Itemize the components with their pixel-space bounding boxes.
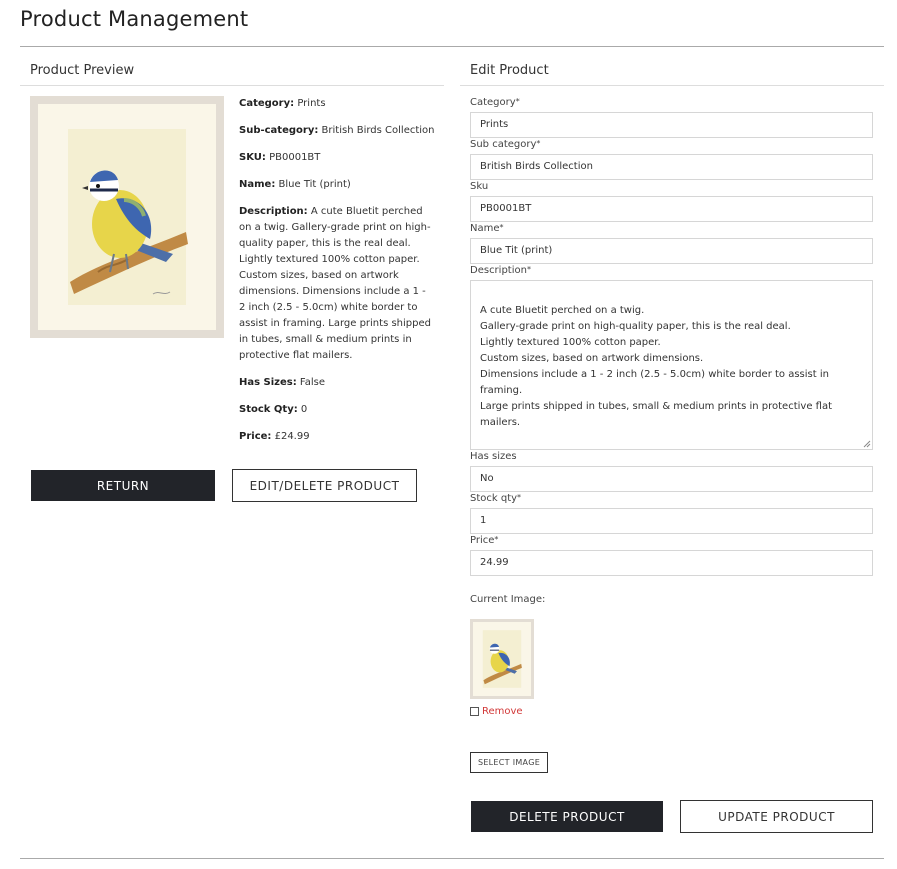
category-label: Category*: [470, 97, 520, 108]
page-title: Product Management: [20, 7, 249, 31]
current-image-label: Current Image:: [470, 594, 546, 605]
price-field[interactable]: 24.99: [470, 550, 873, 576]
detail-name: Name: Blue Tit (print): [239, 179, 351, 190]
description-label: Description*: [470, 265, 531, 276]
stock-qty-field[interactable]: 1: [470, 508, 873, 534]
detail-price: Price: £24.99: [239, 431, 310, 442]
product-preview-image: [30, 96, 224, 338]
edit-delete-product-button[interactable]: EDIT/DELETE PRODUCT: [232, 469, 417, 502]
remove-label: Remove: [482, 706, 523, 717]
detail-stock-qty: Stock Qty: 0: [239, 404, 308, 415]
preview-heading: Product Preview: [30, 63, 135, 78]
name-label: Name*: [470, 223, 504, 234]
product-details: Category: Prints Sub-category: British B…: [239, 96, 435, 456]
checkbox-icon[interactable]: [470, 707, 479, 716]
name-field[interactable]: Blue Tit (print): [470, 238, 873, 264]
detail-has-sizes: Has Sizes: False: [239, 377, 326, 388]
return-button[interactable]: RETURN: [31, 470, 215, 501]
description-textarea[interactable]: A cute Bluetit perched on a twig. Galler…: [470, 280, 873, 450]
preview-heading-divider: [20, 85, 444, 86]
sub-category-label: Sub category*: [470, 139, 541, 150]
sku-field[interactable]: PB0001BT: [470, 196, 873, 222]
sku-label: Sku: [470, 181, 489, 192]
edit-heading: Edit Product: [470, 63, 549, 78]
footer-divider: [20, 858, 884, 859]
blue-tit-thumbnail-illustration: [482, 630, 522, 688]
has-sizes-label: Has sizes: [470, 451, 517, 462]
description-text: A cute Bluetit perched on a twig. Galler…: [480, 305, 832, 428]
delete-product-button[interactable]: DELETE PRODUCT: [471, 801, 663, 832]
select-image-button[interactable]: SELECT IMAGE: [470, 752, 548, 773]
stock-qty-label: Stock qty*: [470, 493, 522, 504]
update-product-button[interactable]: UPDATE PRODUCT: [680, 800, 873, 833]
category-field[interactable]: Prints: [470, 112, 873, 138]
edit-heading-divider: [460, 85, 884, 86]
detail-sku: SKU: PB0001BT: [239, 152, 321, 163]
resize-handle-icon[interactable]: [862, 439, 871, 448]
blue-tit-illustration: [68, 129, 188, 305]
has-sizes-select[interactable]: No: [470, 466, 873, 492]
price-label: Price*: [470, 535, 499, 546]
remove-image-option[interactable]: Remove: [470, 706, 523, 717]
header-divider: [20, 46, 884, 47]
sub-category-field[interactable]: British Birds Collection: [470, 154, 873, 180]
current-image-thumbnail[interactable]: [470, 619, 534, 699]
detail-description: Description: A cute Bluetit perched on a…: [239, 206, 431, 361]
detail-category: Category: Prints: [239, 98, 326, 109]
detail-sub-category: Sub-category: British Birds Collection: [239, 125, 435, 136]
